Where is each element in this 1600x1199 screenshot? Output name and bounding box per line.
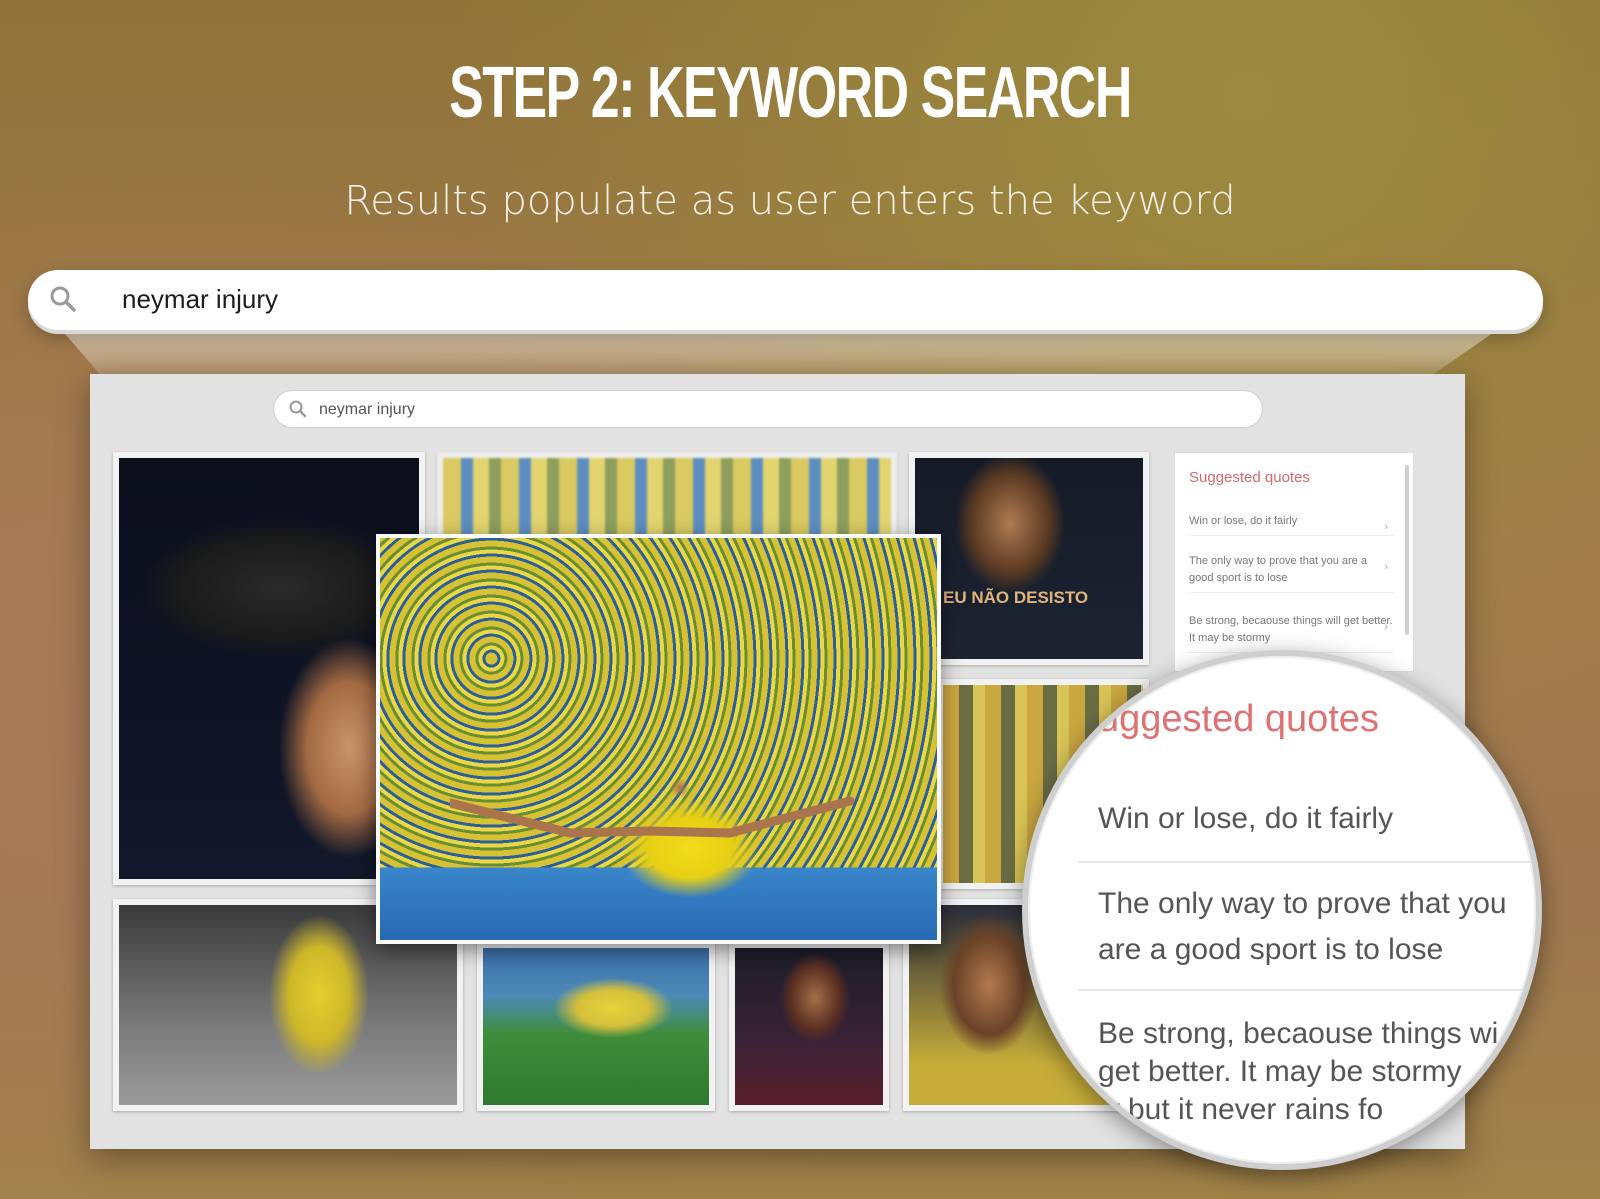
- photo-preview-enlarged[interactable]: [376, 534, 941, 944]
- chevron-right-icon: ›: [1384, 521, 1388, 533]
- magnified-heading: uggested quotes: [1098, 698, 1380, 740]
- chevron-right-icon: ›: [1384, 621, 1388, 633]
- quote-item[interactable]: The only way to prove that you are a goo…: [1189, 553, 1394, 593]
- photo-result[interactable]: [477, 942, 715, 1111]
- mock-search-bar[interactable]: neymar injury: [273, 390, 1263, 428]
- mock-search-input[interactable]: neymar injury: [319, 401, 415, 419]
- suggested-quotes-heading: Suggested quotes: [1189, 469, 1310, 486]
- projection-wedge: [60, 328, 1500, 378]
- quote-item[interactable]: Win or lose, do it fairly ›: [1189, 513, 1394, 536]
- quote-text: Be strong, becaouse things will get bett…: [1189, 615, 1393, 644]
- photo-caption: EU NÃO DESISTO: [943, 588, 1089, 607]
- divider: [1078, 989, 1536, 991]
- page-title: STEP 2: KEYWORD SEARCH: [449, 53, 1132, 133]
- magnified-quote-2b: are a good sport is to lose: [1098, 933, 1444, 966]
- magnifier-callout: uggested quotes Win or lose, do it fairl…: [1022, 650, 1542, 1170]
- quote-item[interactable]: Be strong, becaouse things will get bett…: [1189, 613, 1394, 653]
- photo-result[interactable]: EU NÃO DESISTO: [909, 452, 1149, 665]
- search-input[interactable]: neymar injury: [122, 284, 278, 315]
- photo-result[interactable]: [729, 942, 889, 1111]
- search-icon: [288, 399, 308, 423]
- magnified-quote-3c: w but it never rains fo: [1098, 1093, 1384, 1126]
- quote-text: Win or lose, do it fairly: [1189, 515, 1298, 527]
- search-icon: [48, 284, 78, 318]
- page-subtitle: Results populate as user enters the keyw…: [344, 178, 1236, 224]
- magnified-quote-1: Win or lose, do it fairly: [1098, 802, 1394, 835]
- suggested-quotes-panel: Suggested quotes Win or lose, do it fair…: [1174, 452, 1414, 672]
- search-bar[interactable]: neymar injury: [28, 270, 1543, 330]
- scrollbar[interactable]: [1405, 465, 1409, 635]
- chevron-right-icon: ›: [1384, 561, 1388, 573]
- magnified-quote-2a: The only way to prove that you: [1098, 887, 1507, 920]
- quote-text: The only way to prove that you are a goo…: [1189, 555, 1367, 584]
- divider: [1078, 861, 1536, 863]
- player-figure: [450, 796, 855, 838]
